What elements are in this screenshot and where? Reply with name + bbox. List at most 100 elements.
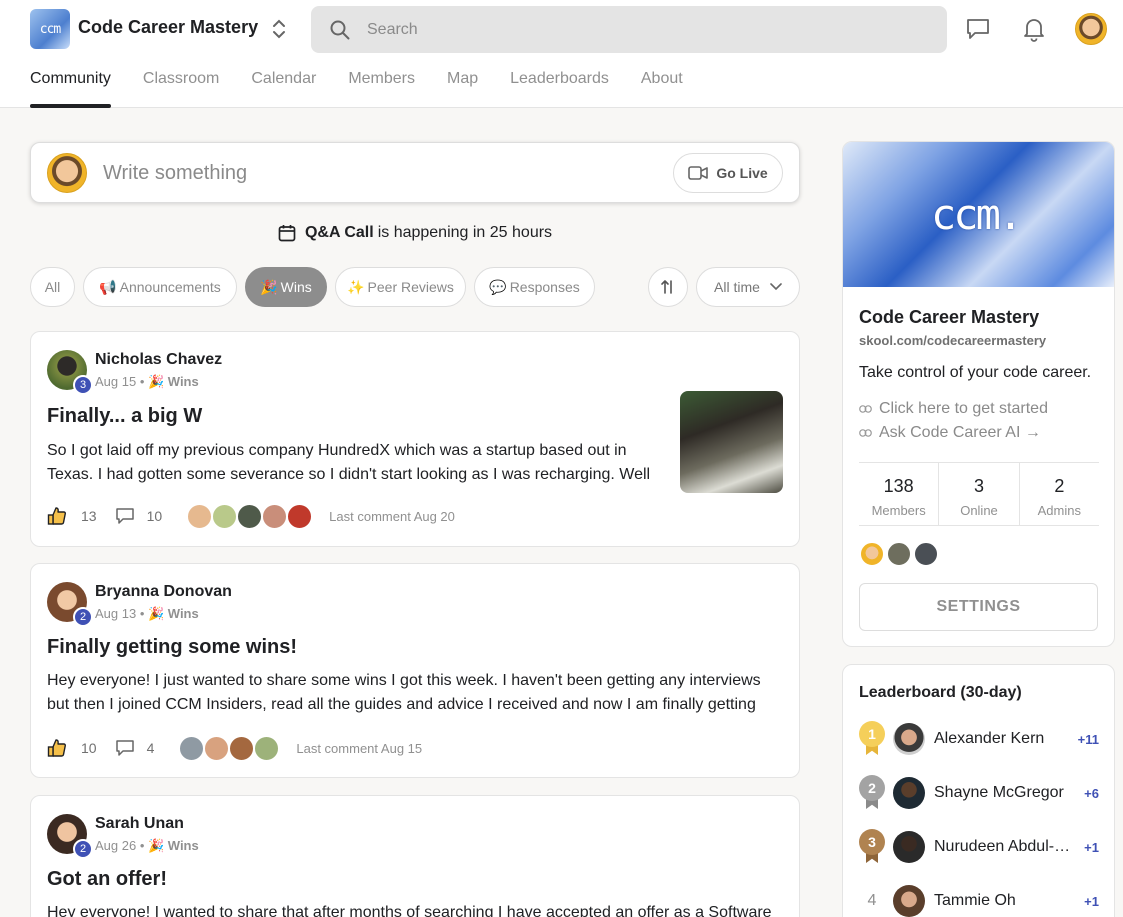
chip-responses[interactable]: 💬 Responses (474, 267, 595, 307)
settings-button[interactable]: SETTINGS (859, 583, 1098, 631)
composer-placeholder[interactable]: Write something (103, 162, 247, 185)
chat-icon[interactable] (964, 15, 992, 43)
member-avatar[interactable] (893, 723, 925, 755)
stat-online[interactable]: 3 Online (939, 463, 1020, 525)
member-name[interactable]: Shayne McGregor (934, 784, 1076, 802)
comment-icon[interactable] (115, 739, 135, 757)
event-banner[interactable]: Q&A Call is happening in 25 hours (30, 224, 800, 242)
post-title[interactable]: Finally getting some wins! (47, 636, 297, 659)
thumbs-up-icon[interactable] (47, 738, 67, 758)
online-member-avatar[interactable] (859, 541, 885, 567)
time-filter-dropdown[interactable]: All time (696, 267, 800, 307)
post-category[interactable]: 🎉 Wins (148, 838, 199, 853)
tab-members[interactable]: Members (348, 70, 415, 108)
post-body: Hey everyone! I wanted to share that aft… (47, 904, 772, 917)
user-avatar[interactable] (1075, 13, 1107, 45)
top-bar: ccm Code Career Mastery Community Classr… (0, 0, 1123, 108)
post-card[interactable]: 3 Nicholas Chavez Aug 15 • 🎉 Wins Finall… (30, 331, 800, 547)
group-info-card: ccm. Code Career Mastery skool.com/codec… (842, 141, 1115, 647)
group-logo[interactable]: ccm (30, 9, 70, 49)
search-icon (329, 19, 351, 41)
online-member-avatar[interactable] (913, 541, 939, 567)
tab-about[interactable]: About (641, 70, 683, 108)
tab-map[interactable]: Map (447, 70, 478, 108)
online-member-avatar[interactable] (886, 541, 912, 567)
member-avatar[interactable] (893, 777, 925, 809)
post-meta: Aug 26 • 🎉 Wins (95, 838, 199, 853)
post-thumbnail[interactable] (680, 391, 783, 493)
rank-number: 1 (859, 721, 885, 747)
member-points: +1 (1084, 893, 1099, 909)
author-name[interactable]: Nicholas Chavez (95, 351, 222, 369)
post-title[interactable]: Got an offer! (47, 868, 167, 891)
member-avatar[interactable] (893, 885, 925, 917)
group-url: skool.com/codecareermastery (859, 333, 1047, 348)
commenter-avatar[interactable] (203, 734, 231, 762)
chip-label: Wins (280, 279, 312, 295)
post-composer[interactable]: Write something Go Live (30, 142, 800, 203)
tab-classroom[interactable]: Classroom (143, 70, 219, 108)
chip-all[interactable]: All (30, 267, 75, 307)
rank-number: 3 (859, 829, 885, 855)
sparkles-icon: ✨ (347, 278, 365, 295)
leaderboard-row[interactable]: 1 Alexander Kern +11 (859, 721, 1099, 756)
member-name[interactable]: Tammie Oh (934, 892, 1076, 910)
commenter-avatar[interactable] (261, 502, 289, 530)
post-category[interactable]: 🎉 Wins (148, 606, 199, 621)
megaphone-icon: 📢 (99, 278, 117, 295)
thumbs-up-icon[interactable] (47, 506, 67, 526)
commenter-avatar[interactable] (236, 502, 264, 530)
group-name[interactable]: Code Career Mastery (78, 17, 258, 38)
chevron-up-down-icon[interactable] (268, 17, 290, 41)
commenter-avatar[interactable] (178, 734, 206, 762)
stat-members[interactable]: 138 Members (859, 463, 940, 525)
leaderboard-row[interactable]: 2 Shayne McGregor +6 (859, 775, 1099, 811)
comment-icon[interactable] (115, 507, 135, 525)
stat-value: 2 (1054, 476, 1065, 496)
composer-avatar (47, 153, 87, 193)
chip-announcements[interactable]: 📢 Announcements (83, 267, 237, 307)
commenter-avatar[interactable] (211, 502, 239, 530)
leaderboard-card: Leaderboard (30-day) 1 Alexander Kern +1… (842, 664, 1115, 917)
stat-value: 3 (973, 476, 984, 496)
leaderboard-row[interactable]: 4 Tammie Oh +1 (859, 884, 1099, 917)
group-link[interactable]: Click here to get started (859, 400, 1048, 418)
post-title[interactable]: Finally... a big W (47, 405, 202, 428)
post-footer: 13 10 Last comment Aug 20 (47, 502, 455, 530)
chip-label: Announcements (119, 279, 221, 295)
tab-calendar[interactable]: Calendar (251, 70, 316, 108)
author-name[interactable]: Bryanna Donovan (95, 583, 232, 601)
stat-label: Admins (1037, 503, 1081, 518)
group-stats: 138 Members 3 Online 2 Admins (859, 462, 1099, 526)
go-live-button[interactable]: Go Live (673, 153, 783, 193)
chip-peer-reviews[interactable]: ✨ Peer Reviews (335, 267, 466, 307)
search-input[interactable] (367, 20, 907, 39)
event-name[interactable]: Q&A Call (305, 224, 374, 242)
speech-bubble-icon: 💬 (489, 278, 507, 295)
post-date: Aug 26 (95, 838, 137, 853)
chip-wins[interactable]: 🎉 Wins (245, 267, 327, 307)
post-card[interactable]: 2 Bryanna Donovan Aug 13 • 🎉 Wins Finall… (30, 563, 800, 778)
tab-community[interactable]: Community (30, 70, 111, 108)
post-category[interactable]: 🎉 Wins (148, 374, 199, 389)
author-name[interactable]: Sarah Unan (95, 815, 184, 833)
silver-medal-icon: 2 (859, 775, 885, 811)
tab-leaderboards[interactable]: Leaderboards (510, 70, 609, 108)
commenter-avatar[interactable] (228, 734, 256, 762)
commenter-avatar[interactable] (253, 734, 281, 762)
group-cover-image[interactable]: ccm. (843, 142, 1114, 287)
stat-admins[interactable]: 2 Admins (1020, 463, 1099, 525)
member-name[interactable]: Nurudeen Abdul-Kareem (934, 838, 1076, 856)
member-avatar[interactable] (893, 831, 925, 863)
member-name[interactable]: Alexander Kern (934, 730, 1076, 748)
search-bar[interactable] (311, 6, 947, 53)
cover-logo-text: ccm. (931, 190, 1023, 239)
post-body: Hey everyone! I just wanted to share som… (47, 672, 761, 713)
commenter-avatar[interactable] (286, 502, 314, 530)
post-card[interactable]: 2 Sarah Unan Aug 26 • 🎉 Wins Got an offe… (30, 795, 800, 917)
bell-icon[interactable] (1020, 15, 1048, 43)
group-link[interactable]: Ask Code Career AI → (859, 424, 1041, 442)
commenter-avatar[interactable] (186, 502, 214, 530)
sort-direction-button[interactable] (648, 267, 688, 307)
leaderboard-row[interactable]: 3 Nurudeen Abdul-Kareem +1 (859, 829, 1099, 864)
